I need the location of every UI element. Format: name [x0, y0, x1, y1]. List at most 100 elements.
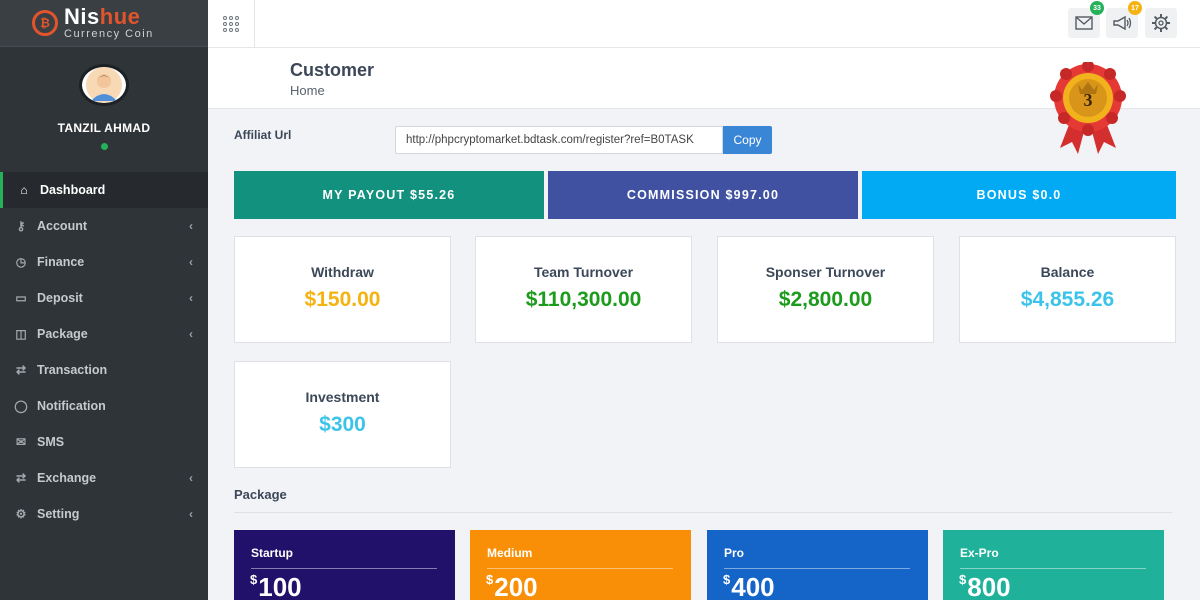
- sidebar-item-setting[interactable]: ⚙ Setting ‹: [0, 496, 208, 532]
- divider: [251, 568, 437, 569]
- chevron-left-icon: ‹: [189, 471, 193, 485]
- sidebar-item-label: Package: [37, 327, 88, 341]
- user-name: TANZIL AHMAD: [57, 121, 151, 135]
- chevron-left-icon: ‹: [189, 219, 193, 233]
- sidebar-item-sms[interactable]: ✉ SMS: [0, 424, 208, 460]
- divider: [960, 568, 1146, 569]
- sidebar-item-transaction[interactable]: ⇄ Transaction: [0, 352, 208, 388]
- coin-logo-icon: ₿: [32, 10, 58, 36]
- messages-count-badge: 33: [1090, 1, 1104, 15]
- avatar[interactable]: [79, 64, 129, 106]
- package-name: Medium: [487, 546, 533, 560]
- page-header: Customer Home 3: [208, 48, 1200, 154]
- card-value: $150.00: [304, 288, 381, 311]
- chevron-left-icon: ‹: [189, 507, 193, 521]
- package-price: $800: [959, 572, 1011, 600]
- card-value: $110,300.00: [525, 288, 642, 311]
- package-name: Startup: [251, 546, 293, 560]
- brand-logo[interactable]: ₿ Nishue Currency Coin: [0, 0, 208, 47]
- sidebar-item-finance[interactable]: ◷ Finance ‹: [0, 244, 208, 280]
- home-icon: ⌂: [20, 183, 28, 197]
- sidebar-item-label: Exchange: [37, 471, 97, 485]
- card-title: Team Turnover: [533, 264, 634, 280]
- package-price: $100: [250, 572, 302, 600]
- package-price: $200: [486, 572, 538, 600]
- apps-grid-button[interactable]: [208, 0, 255, 47]
- exchange-icon: ⇄: [15, 363, 27, 377]
- credit-card-icon: ▭: [15, 291, 27, 305]
- messages-button[interactable]: 33: [1068, 1, 1104, 38]
- divider: [234, 512, 1172, 513]
- card-value: $300: [319, 413, 366, 436]
- brand-name: Nishue: [64, 4, 141, 29]
- card-title: Investment: [305, 389, 380, 405]
- package-card-medium[interactable]: Medium $200: [470, 530, 691, 600]
- chevron-left-icon: ‹: [189, 255, 193, 269]
- sidebar-item-label: Dashboard: [40, 183, 106, 197]
- team-turnover-card: Team Turnover $110,300.00: [475, 236, 692, 343]
- box-icon: ◫: [15, 327, 27, 341]
- sponser-turnover-card: Sponser Turnover $2,800.00: [717, 236, 934, 343]
- sidebar-nav: ⌂ Dashboard ⚷ Account ‹ ◷ Finance ‹ ▭ Deposit ‹ ◫ Pa…: [0, 172, 208, 532]
- grid-icon: [223, 15, 239, 32]
- package-card-startup[interactable]: Startup $100: [234, 530, 455, 600]
- package-card-ex-pro[interactable]: Ex-Pro $800: [943, 530, 1164, 600]
- chevron-left-icon: ‹: [189, 327, 193, 341]
- online-status-dot: [100, 143, 108, 150]
- sidebar-item-notification[interactable]: ◯ Notification: [0, 388, 208, 424]
- affiliate-url-input[interactable]: [395, 126, 723, 154]
- package-name: Pro: [724, 546, 745, 560]
- withdraw-card: Withdraw $150.00: [234, 236, 451, 343]
- package-name: Ex-Pro: [960, 546, 999, 560]
- card-title: Withdraw: [311, 264, 374, 280]
- main-content: Affiliat Url Copy MY PAYOUT $55.26 COMMI…: [208, 109, 1200, 600]
- payout-stat-bar: MY PAYOUT $55.26: [234, 171, 544, 219]
- envelope-icon: ✉: [15, 435, 27, 449]
- sidebar-item-account[interactable]: ⚷ Account ‹: [0, 208, 208, 244]
- clock-icon: ◷: [15, 255, 27, 269]
- bonus-stat-bar: BONUS $0.0: [862, 171, 1176, 219]
- balance-card: Balance $4,855.26: [959, 236, 1176, 343]
- card-title: Balance: [1040, 264, 1095, 280]
- package-section-title: Package: [234, 487, 287, 502]
- notifications-count-badge: 17: [1128, 1, 1142, 15]
- notifications-button[interactable]: 17: [1106, 1, 1142, 38]
- sidebar-item-label: Finance: [37, 255, 85, 269]
- gear-icon: ⚙: [15, 507, 27, 521]
- key-icon: ⚷: [16, 219, 26, 233]
- package-card-pro[interactable]: Pro $400: [707, 530, 928, 600]
- sidebar-item-label: Deposit: [37, 291, 83, 305]
- sidebar: ₿ Nishue Currency Coin TANZIL AHMAD ⌂ Das…: [0, 0, 208, 600]
- sidebar-item-package[interactable]: ◫ Package ‹: [0, 316, 208, 352]
- card-value: $4,855.26: [1020, 288, 1115, 311]
- breadcrumb: Home: [290, 83, 325, 98]
- settings-button[interactable]: [1145, 8, 1177, 38]
- package-price: $400: [723, 572, 775, 600]
- chevron-left-icon: ‹: [189, 291, 193, 305]
- sidebar-item-dashboard[interactable]: ⌂ Dashboard: [0, 172, 208, 208]
- sidebar-item-label: Setting: [37, 507, 80, 521]
- topbar: 33 17: [208, 0, 1200, 48]
- sidebar-item-deposit[interactable]: ▭ Deposit ‹: [0, 280, 208, 316]
- gear-icon: [1152, 14, 1170, 32]
- user-profile: TANZIL AHMAD: [0, 47, 208, 172]
- commission-stat-bar: COMMISSION $997.00: [548, 171, 858, 219]
- sidebar-item-exchange[interactable]: ⇄ Exchange ‹: [0, 460, 208, 496]
- sidebar-item-label: Notification: [37, 399, 106, 413]
- rank-number: 3: [1084, 90, 1093, 110]
- card-value: $2,800.00: [778, 288, 873, 311]
- page-title: Customer: [290, 60, 375, 80]
- card-title: Sponser Turnover: [765, 264, 886, 280]
- copy-button[interactable]: Copy: [723, 126, 772, 154]
- divider: [724, 568, 910, 569]
- sidebar-item-label: Transaction: [37, 363, 108, 377]
- exchange-icon: ⇄: [15, 471, 27, 485]
- sidebar-item-label: Account: [37, 219, 87, 233]
- comment-icon: ◯: [14, 399, 28, 413]
- investment-card: Investment $300: [234, 361, 451, 468]
- brand-subtitle: Currency Coin: [64, 28, 154, 40]
- envelope-icon: [1075, 16, 1093, 30]
- sidebar-item-label: SMS: [37, 435, 65, 449]
- megaphone-icon: [1113, 15, 1132, 31]
- divider: [487, 568, 673, 569]
